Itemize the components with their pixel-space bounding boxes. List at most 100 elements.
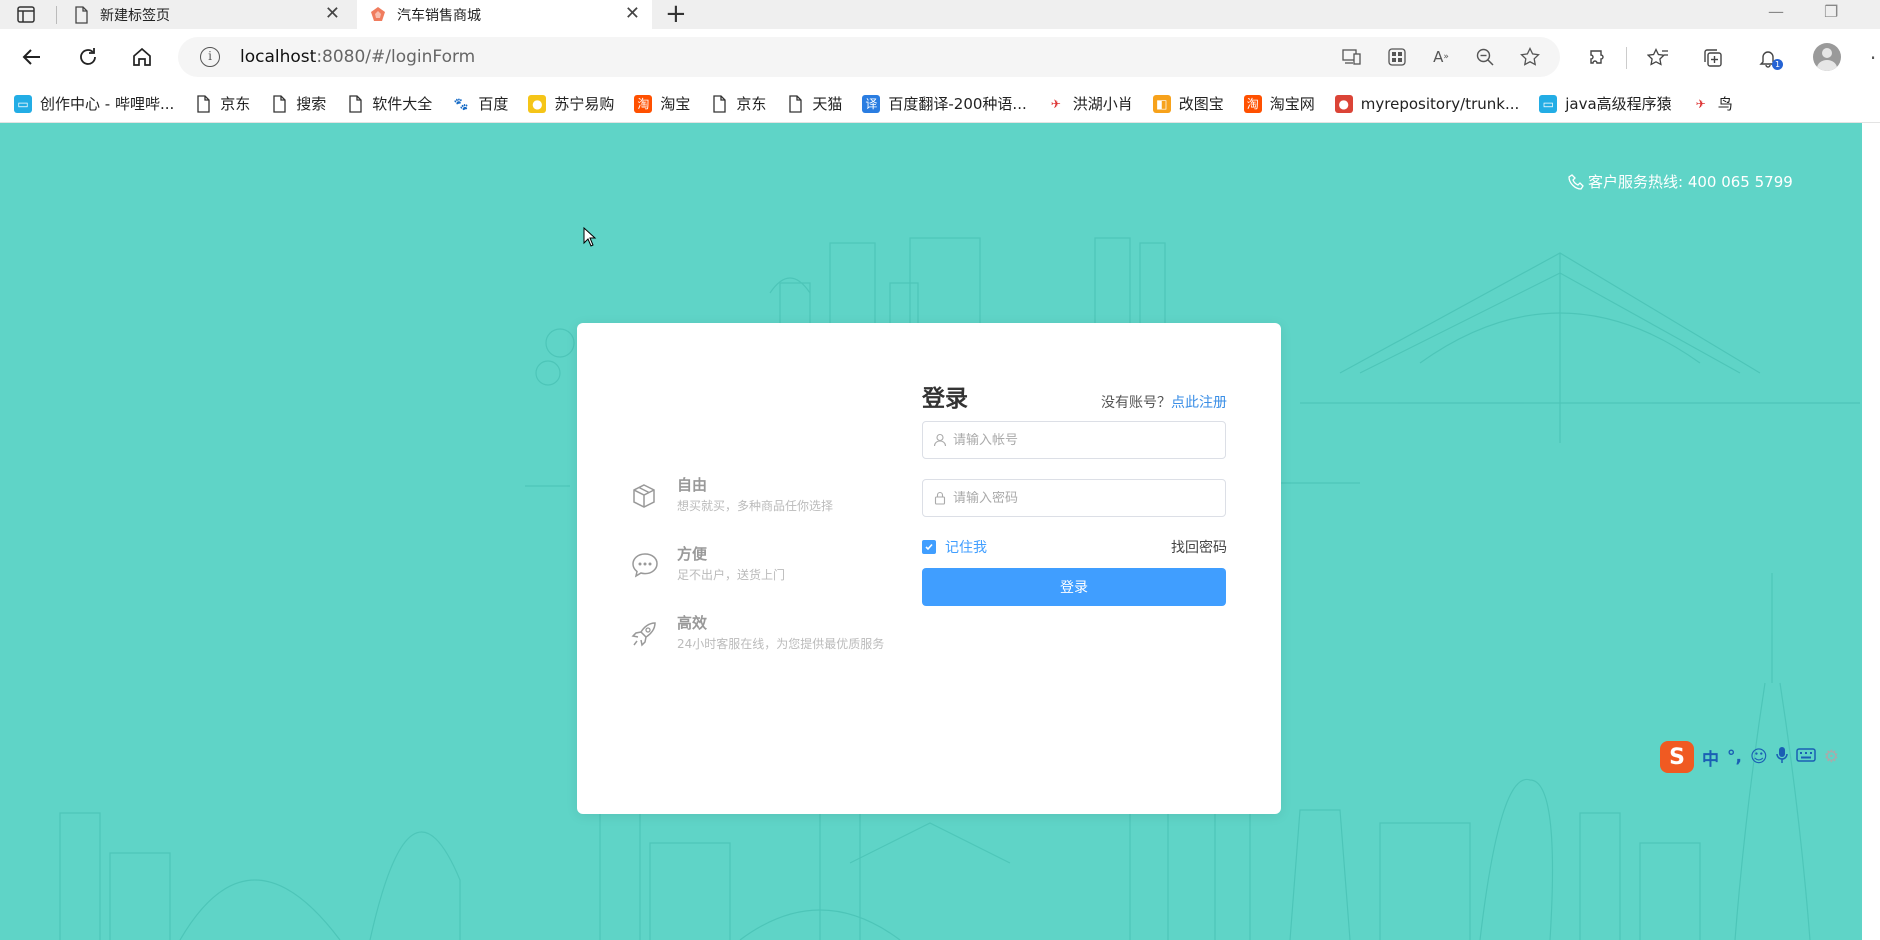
bookmark-item[interactable]: 搜索 [270, 93, 326, 114]
suning-icon: ● [528, 94, 547, 113]
user-icon [933, 433, 947, 447]
bookmark-label: 鸟 [1717, 95, 1733, 113]
forgot-password-link[interactable]: 找回密码 [1171, 537, 1227, 557]
tab-strip: 新建标签页 ✕ 汽车销售商城 ✕ + — ❐ [0, 0, 1880, 29]
bookmark-label: 百度翻译-200种语... [888, 95, 1027, 113]
hotline-text: 客户服务热线: 400 065 5799 [1588, 173, 1793, 191]
bookmark-item[interactable]: ▭ 创作中心 - 哔哩哔... [14, 93, 174, 114]
bookmark-item[interactable]: 淘淘宝网 [1243, 93, 1315, 114]
feature-freedom: 自由 想买就买，多种商品任你选择 [631, 475, 833, 516]
bookmark-label: 洪湖小肖 [1072, 95, 1133, 113]
register-link[interactable]: 点此注册 [1171, 395, 1227, 411]
bird-icon: ✈ [1050, 96, 1061, 111]
baidu-icon: 🐾 [453, 96, 469, 111]
bookmarks-bar: ▭ 创作中心 - 哔哩哔... 京东 搜索 软件大全 🐾 百度 ● 苏宁易购淘淘宝 京东 天猫译百度… [0, 85, 1880, 123]
bookmark-item[interactable]: 京东 [194, 93, 250, 114]
keyboard-icon[interactable] [1795, 747, 1816, 767]
translate-icon: 译 [862, 94, 881, 113]
bookmark-label: 改图宝 [1178, 95, 1224, 113]
refresh-icon[interactable] [74, 43, 102, 71]
profile-avatar[interactable] [1813, 43, 1841, 71]
box-icon [631, 483, 657, 509]
lock-icon [933, 491, 947, 505]
close-icon[interactable]: ✕ [325, 5, 340, 23]
login-button[interactable]: 登录 [922, 568, 1226, 606]
tab-car-mall[interactable]: 汽车销售商城 ✕ [357, 0, 652, 29]
microphone-icon[interactable] [1775, 746, 1788, 769]
bookmark-label: 搜索 [296, 95, 327, 113]
bird-icon: ✈ [1695, 96, 1706, 111]
notification-badge: 1 [1772, 59, 1783, 70]
bookmark-item[interactable]: 软件大全 [346, 93, 432, 114]
bookmark-item[interactable]: ◧ 改图宝 [1152, 93, 1224, 114]
tab-new-tab[interactable]: 新建标签页 ✕ [60, 0, 352, 29]
feature-convenience: 方便 足不出户，送货上门 [631, 544, 785, 585]
new-tab-icon[interactable]: + [665, 0, 687, 28]
bookmark-item[interactable]: 译百度翻译-200种语... [862, 93, 1027, 114]
bookmark-label: 京东 [736, 95, 767, 113]
tab-title: 新建标签页 [100, 7, 170, 24]
toolbar-separator [1626, 47, 1627, 69]
bookmark-label: 淘宝 [660, 95, 691, 113]
register-prompt: 没有账号？点此注册 [1101, 392, 1227, 412]
zoom-out-icon[interactable] [1474, 46, 1496, 68]
browser-toolbar: i localhost:8080/#/loginForm A» 1 · [0, 29, 1880, 85]
tab-actions-icon[interactable] [16, 4, 38, 26]
login-title: 登录 [922, 386, 968, 412]
close-icon[interactable]: ✕ [625, 5, 640, 23]
ime-toolbar: S 中 °, ☺ ⚙ [1660, 740, 1862, 774]
remember-me[interactable]: 记住我 [922, 537, 987, 557]
page-icon [270, 94, 288, 113]
page-icon [786, 94, 804, 113]
password-field[interactable] [922, 479, 1226, 517]
bookmark-item[interactable]: 天猫 [786, 93, 842, 114]
back-icon[interactable] [18, 43, 46, 71]
feature-title: 高效 [677, 614, 708, 632]
read-aloud-icon[interactable]: A» [1430, 46, 1452, 68]
info-icon[interactable]: i [200, 47, 220, 67]
bookmark-item[interactable]: ✈ 鸟 [1692, 93, 1733, 114]
bookmark-item[interactable]: ✈ 洪湖小肖 [1047, 93, 1133, 114]
bookmark-label: 软件大全 [372, 95, 433, 113]
ime-punctuation-toggle[interactable]: °, [1727, 747, 1742, 767]
feature-title: 方便 [677, 545, 708, 563]
bookmark-item[interactable]: ● 苏宁易购 [528, 93, 614, 114]
bookmark-item[interactable]: ▭ java高级程序猿 [1539, 93, 1672, 114]
page-icon [72, 5, 90, 24]
extensions-icon[interactable] [1587, 47, 1609, 69]
bookmark-item[interactable]: ● myrepository/trunk... [1334, 94, 1519, 113]
bookmark-label: 百度 [478, 95, 509, 113]
restore-icon[interactable]: ❐ [1824, 2, 1838, 21]
emoji-icon[interactable]: ☺ [1750, 747, 1768, 767]
bookmark-item[interactable]: 京东 [710, 93, 766, 114]
ime-mode-toggle[interactable]: 中 [1702, 745, 1719, 770]
remember-checkbox[interactable] [922, 540, 936, 554]
feature-efficiency: 高效 24小时客服在线，为您提供最优质服务 [631, 613, 884, 654]
page-icon [194, 94, 212, 113]
add-favorite-icon[interactable] [1519, 46, 1541, 68]
url-host: localhost [240, 47, 317, 67]
rocket-icon [631, 621, 657, 647]
password-input[interactable] [953, 490, 1213, 506]
tab-separator [56, 6, 57, 24]
account-input[interactable] [953, 432, 1213, 448]
minimize-icon[interactable]: — [1768, 2, 1784, 21]
mouse-cursor-icon [583, 226, 597, 251]
address-bar[interactable]: i localhost:8080/#/loginForm A» [178, 37, 1560, 77]
favorites-icon[interactable] [1647, 47, 1669, 69]
sogou-logo-icon[interactable]: S [1660, 741, 1694, 773]
apps-icon[interactable] [1386, 46, 1408, 68]
page-scrollbar[interactable] [1862, 123, 1880, 940]
bookmark-label: 天猫 [812, 95, 843, 113]
bookmark-item[interactable]: 淘淘宝 [634, 93, 690, 114]
bookmark-label: java高级程序猿 [1565, 95, 1672, 113]
bookmark-item[interactable]: 🐾 百度 [452, 93, 509, 114]
user-settings-icon[interactable]: ⚙ [1824, 747, 1839, 767]
taobao-icon: 淘 [634, 94, 653, 113]
device-icon[interactable] [1341, 46, 1363, 68]
home-icon[interactable] [128, 43, 156, 71]
more-icon[interactable]: · [1862, 46, 1880, 70]
account-field[interactable] [922, 421, 1226, 459]
collections-icon[interactable] [1702, 47, 1724, 69]
phone-icon [1568, 173, 1584, 190]
